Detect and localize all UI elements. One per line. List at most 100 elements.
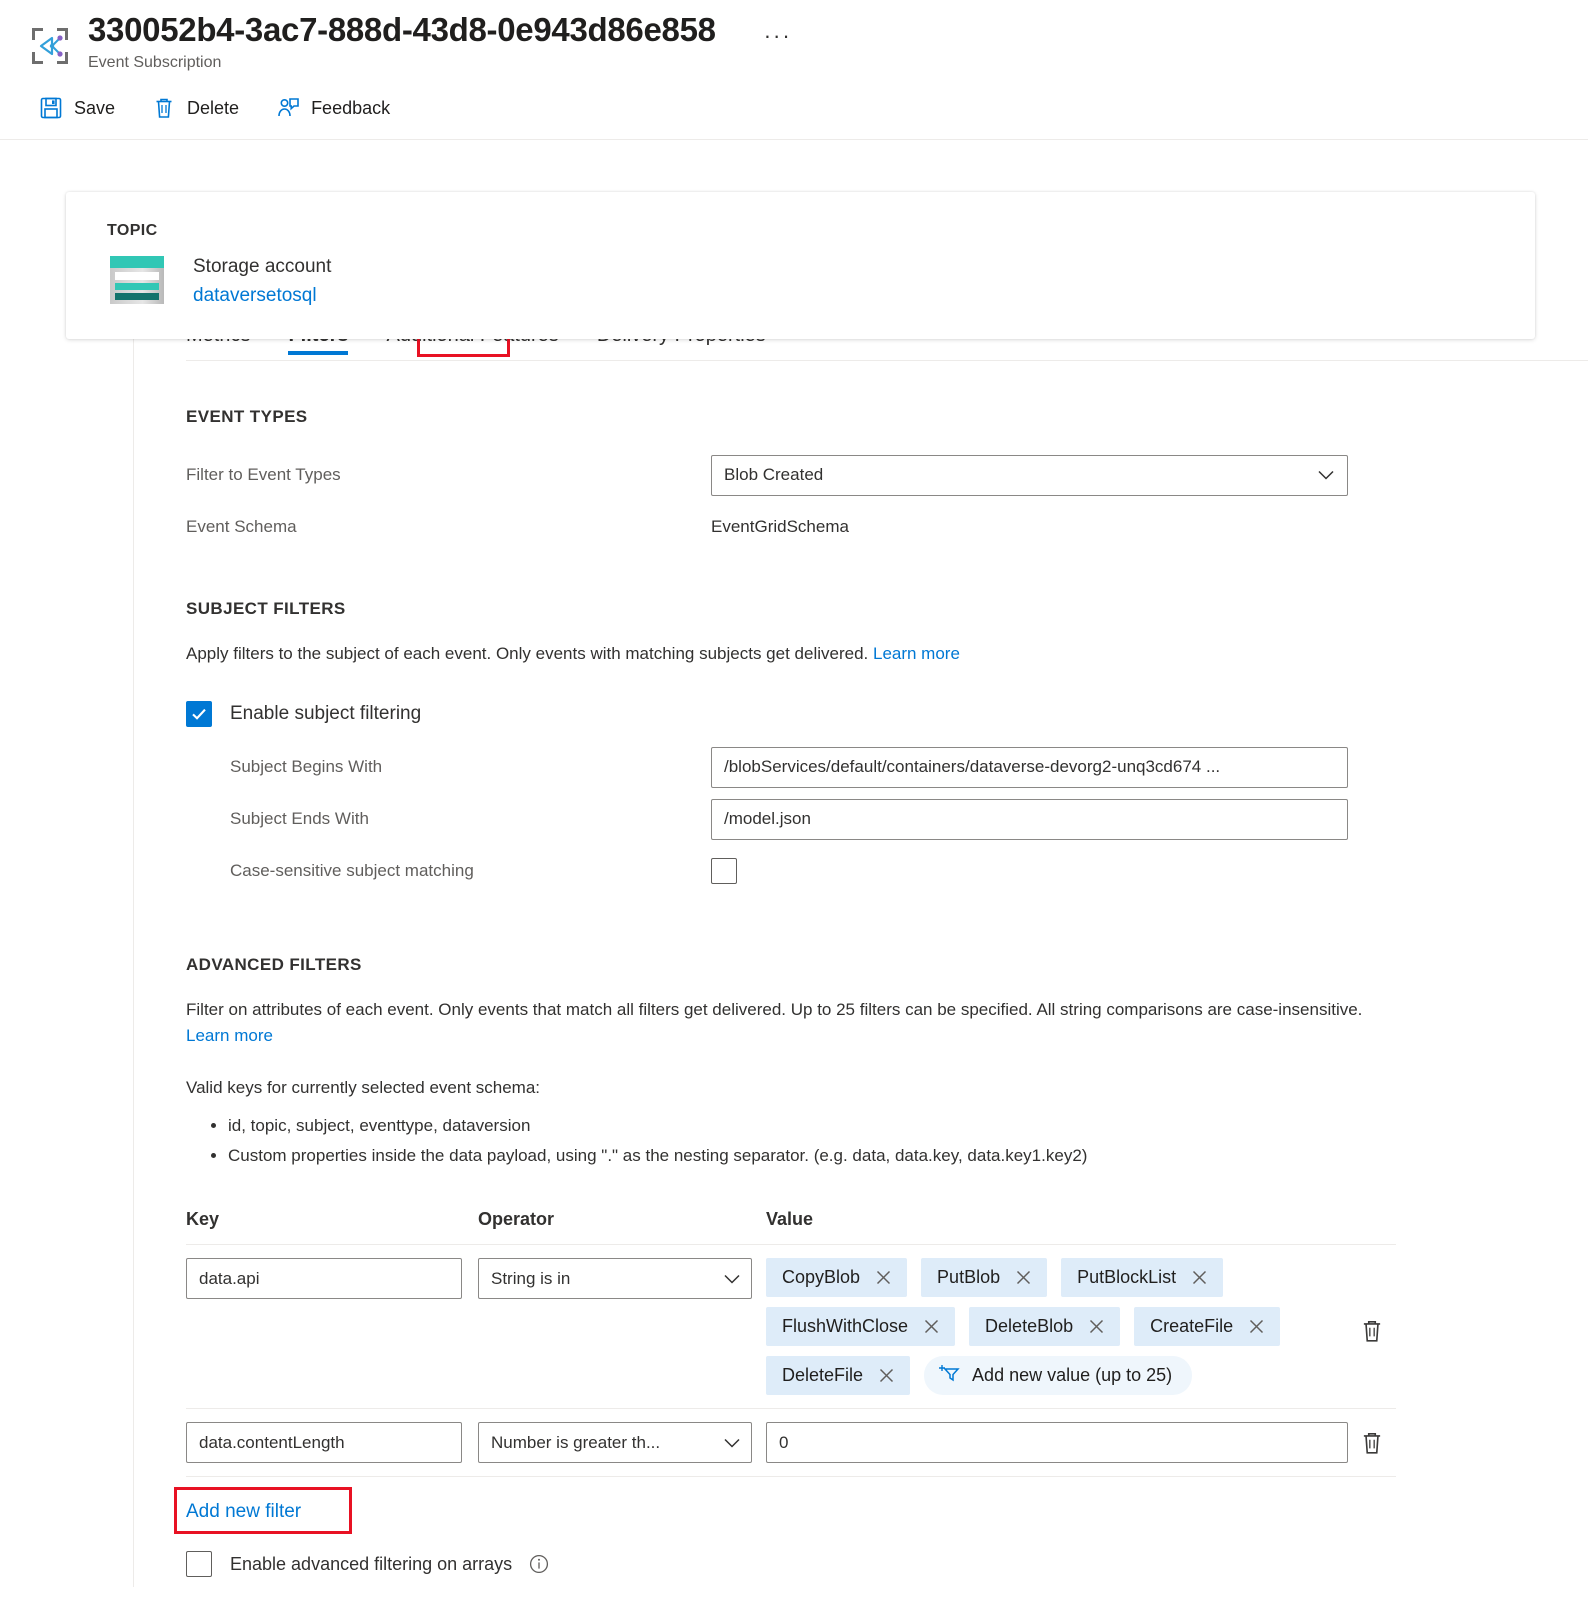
- event-types-heading: EVENT TYPES: [186, 407, 308, 426]
- enable-arrays-label: Enable advanced filtering on arrays: [230, 1553, 513, 1574]
- trash-icon[interactable]: [1359, 1430, 1385, 1456]
- chevron-down-icon: [1315, 464, 1337, 486]
- close-icon[interactable]: [1087, 1317, 1106, 1336]
- enable-arrays-checkbox[interactable]: [186, 1551, 212, 1577]
- add-new-value-label: Add new value (up to 25): [972, 1365, 1173, 1385]
- save-button[interactable]: Save: [34, 91, 129, 125]
- delete-button[interactable]: Delete: [147, 91, 253, 125]
- valid-keys-item: Custom properties inside the data payloa…: [228, 1141, 1528, 1171]
- subject-filters-description-text: Apply filters to the subject of each eve…: [186, 644, 869, 663]
- info-icon[interactable]: [528, 1553, 550, 1575]
- value-chip-label: PutBlockList: [1077, 1267, 1177, 1287]
- value-chip[interactable]: PutBlockList: [1061, 1258, 1224, 1297]
- advanced-filters-description-text: Filter on attributes of each event. Only…: [186, 1000, 1363, 1019]
- value-chip-label: DeleteBlob: [985, 1316, 1074, 1336]
- filter-to-event-types-row: Filter to Event Types Blob Created: [186, 449, 1528, 501]
- storage-account-icon: [107, 254, 167, 306]
- enable-arrays-row: Enable advanced filtering on arrays: [186, 1551, 1396, 1577]
- topic-resource-link[interactable]: dataversetosql: [193, 283, 331, 309]
- value-chip-list: CopyBlob PutBlob PutBlockList FlushWithC…: [766, 1258, 1348, 1395]
- filter-to-event-types-value: Blob Created: [724, 465, 824, 484]
- add-new-value-button[interactable]: Add new value (up to 25): [924, 1356, 1193, 1395]
- feedback-label: Feedback: [311, 97, 391, 118]
- column-header-value: Value: [766, 1209, 814, 1229]
- filter-operator-dropdown[interactable]: Number is greater th...: [478, 1422, 752, 1463]
- subject-ends-with-label: Subject Ends With: [230, 809, 369, 828]
- filter-to-event-types-dropdown[interactable]: Blob Created: [711, 454, 1348, 496]
- value-chip[interactable]: DeleteBlob: [969, 1307, 1121, 1346]
- close-icon[interactable]: [1190, 1268, 1209, 1287]
- filter-delete-cell: [1348, 1422, 1396, 1456]
- save-label: Save: [74, 97, 116, 118]
- subject-begins-with-input[interactable]: /blobServices/default/containers/dataver…: [711, 746, 1348, 788]
- value-chip[interactable]: FlushWithClose: [766, 1307, 956, 1346]
- valid-keys-item: id, topic, subject, eventtype, dataversi…: [228, 1111, 1528, 1141]
- subject-filters-learn-more-link[interactable]: Learn more: [873, 644, 960, 663]
- subject-ends-with-input[interactable]: /model.json: [711, 798, 1348, 840]
- tab-bar-divider: [186, 360, 1588, 361]
- event-schema-row: Event Schema EventGridSchema: [186, 501, 1528, 553]
- enable-subject-filtering-label: Enable subject filtering: [230, 703, 422, 724]
- chevron-down-icon: [721, 1432, 743, 1454]
- feedback-person-icon: [275, 95, 301, 121]
- close-icon[interactable]: [1247, 1317, 1266, 1336]
- valid-keys-list: id, topic, subject, eventtype, dataversi…: [186, 1111, 1528, 1171]
- filter-operator-dropdown[interactable]: String is in: [478, 1258, 752, 1299]
- subject-ends-with-row: Subject Ends With /model.json: [186, 793, 1528, 845]
- azure-portal-blade: 330052b4-3ac7-888d-43d8-0e943d86e858 ···…: [0, 0, 1588, 1622]
- chevron-down-icon: [721, 1268, 743, 1290]
- filter-key-input[interactable]: data.api: [186, 1258, 462, 1299]
- topic-card: TOPIC Storage account dataversetosql: [66, 192, 1535, 339]
- filter-value-input[interactable]: 0: [766, 1422, 1348, 1463]
- filter-key-cell: data.contentLength: [186, 1422, 478, 1463]
- table-row: data.api String is in CopyBlob PutBlob P…: [186, 1245, 1396, 1409]
- event-subscription-icon: [28, 24, 72, 68]
- close-icon[interactable]: [1014, 1268, 1033, 1287]
- value-chip[interactable]: CopyBlob: [766, 1258, 908, 1297]
- value-chip[interactable]: PutBlob: [921, 1258, 1048, 1297]
- advanced-filters-heading: ADVANCED FILTERS: [186, 955, 362, 974]
- close-icon[interactable]: [922, 1317, 941, 1336]
- column-header-operator: Operator: [478, 1209, 555, 1229]
- enable-subject-filtering-row: Enable subject filtering: [186, 687, 1528, 741]
- value-chip-label: PutBlob: [937, 1267, 1001, 1287]
- filter-key-cell: data.api: [186, 1258, 478, 1299]
- advanced-filters-table-header: Key Operator Value: [186, 1209, 1396, 1245]
- advanced-filters-learn-more-link[interactable]: Learn more: [186, 1026, 273, 1045]
- close-icon[interactable]: [874, 1268, 893, 1287]
- enable-subject-filtering-checkbox[interactable]: [186, 701, 212, 727]
- trash-icon[interactable]: [1359, 1318, 1385, 1344]
- page-title: 330052b4-3ac7-888d-43d8-0e943d86e858: [88, 11, 716, 48]
- filter-value-cell: CopyBlob PutBlob PutBlockList FlushWithC…: [766, 1258, 1348, 1395]
- filter-operator-cell: String is in: [478, 1258, 766, 1299]
- value-chip[interactable]: CreateFile: [1134, 1307, 1281, 1346]
- case-sensitive-label: Case-sensitive subject matching: [230, 861, 474, 880]
- case-sensitive-checkbox[interactable]: [711, 858, 737, 884]
- table-row: data.contentLength Number is greater th.…: [186, 1409, 1396, 1477]
- delete-label: Delete: [187, 97, 240, 118]
- filter-key-value: data.api: [199, 1268, 260, 1288]
- subject-ends-with-value: /model.json: [724, 809, 811, 828]
- value-chip[interactable]: DeleteFile: [766, 1356, 911, 1395]
- filters-panel: EVENT TYPES Filter to Event Types Blob C…: [134, 407, 1588, 1577]
- close-icon[interactable]: [877, 1366, 896, 1385]
- filter-operator-value: Number is greater th...: [491, 1432, 661, 1452]
- subject-begins-with-value: /blobServices/default/containers/dataver…: [724, 757, 1221, 776]
- subject-filters-description: Apply filters to the subject of each eve…: [186, 641, 1366, 667]
- filter-value-cell: 0: [766, 1422, 1348, 1463]
- feedback-button[interactable]: Feedback: [271, 91, 404, 125]
- blade-header: 330052b4-3ac7-888d-43d8-0e943d86e858 ···…: [0, 0, 1588, 140]
- filter-operator-cell: Number is greater th...: [478, 1422, 766, 1463]
- content-pane: Metrics Filters Additional Features Deli…: [133, 287, 1588, 1587]
- trash-icon: [151, 95, 177, 121]
- value-chip-label: CopyBlob: [782, 1267, 861, 1287]
- value-chip-label: DeleteFile: [782, 1365, 864, 1385]
- command-bar: Save Delete Feedback: [0, 73, 1588, 139]
- filter-key-input[interactable]: data.contentLength: [186, 1422, 462, 1463]
- value-chip-label: CreateFile: [1150, 1316, 1234, 1336]
- add-new-filter-link[interactable]: Add new filter: [186, 1501, 301, 1523]
- more-menu-button[interactable]: ···: [758, 22, 798, 50]
- save-icon: [38, 95, 64, 121]
- topic-section-label: TOPIC: [107, 222, 158, 239]
- advanced-filters-description: Filter on attributes of each event. Only…: [186, 997, 1366, 1049]
